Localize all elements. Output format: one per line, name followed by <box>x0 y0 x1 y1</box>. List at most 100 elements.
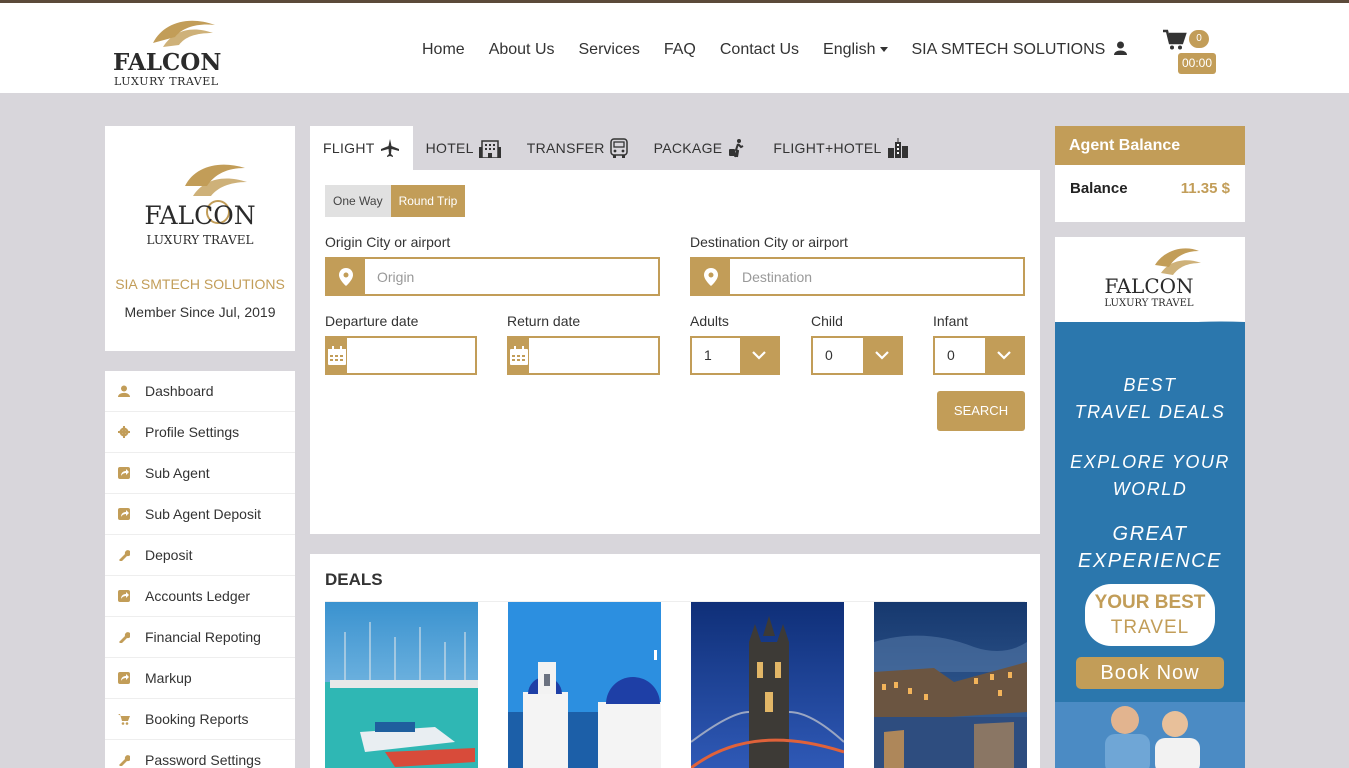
map-pin-icon <box>692 259 730 294</box>
trip-type-toggle: One Way Round Trip <box>325 185 466 217</box>
sidebar-item-accounts-ledger[interactable]: Accounts Ledger <box>105 576 295 617</box>
deal-image-harbor[interactable] <box>325 602 478 768</box>
child-value: 0 <box>825 347 833 363</box>
nav-faq[interactable]: FAQ <box>664 41 696 59</box>
sidebar-item-deposit[interactable]: Deposit <box>105 535 295 576</box>
adults-select[interactable]: 1 <box>690 336 780 375</box>
deals-title: DEALS <box>325 570 383 589</box>
tab-label: FLIGHT+HOTEL <box>773 140 882 156</box>
ad-badge-line-2: TRAVEL <box>1110 617 1190 638</box>
account-name: SIA SMTECH SOLUTIONS <box>911 41 1106 58</box>
sidebar-logo-tagline: LUXURY TRAVEL <box>147 233 254 247</box>
infant-select[interactable]: 0 <box>933 336 1025 375</box>
ad-line-6: EXPERIENCE <box>1078 550 1222 572</box>
caret-down-icon <box>879 47 888 53</box>
calendar-icon <box>509 338 529 373</box>
sidebar-item-profile-settings[interactable]: Profile Settings <box>105 412 295 453</box>
logo-tagline: LUXURY TRAVEL <box>114 75 219 88</box>
deals-panel: DEALS <box>310 554 1040 768</box>
sidebar-item-password-settings[interactable]: Password Settings <box>105 740 295 768</box>
account-menu[interactable]: SIA SMTECH SOLUTIONS <box>912 41 1127 59</box>
language-dropdown[interactable]: English <box>823 41 888 59</box>
adults-value: 1 <box>704 347 712 363</box>
cart-count-badge: 0 <box>1189 30 1209 48</box>
destination-field <box>690 257 1025 296</box>
ad-logo-brand: FALCON <box>1104 274 1193 298</box>
deal-image-santorini[interactable] <box>508 602 661 768</box>
wrench-icon <box>117 630 131 644</box>
share-icon <box>117 507 131 521</box>
sidebar-item-dashboard[interactable]: Dashboard <box>105 371 295 412</box>
tab-package[interactable]: PACKAGE <box>641 126 761 170</box>
balance-label: Balance <box>1070 180 1128 197</box>
site-logo[interactable]: FALCON LUXURY TRAVEL <box>113 13 223 88</box>
sidebar-item-label: Markup <box>145 670 192 686</box>
tab-flight[interactable]: FLIGHT <box>310 126 413 170</box>
site-header: FALCON LUXURY TRAVEL Home About Us Servi… <box>0 3 1349 93</box>
user-icon <box>1113 41 1127 55</box>
flight-search-panel: One Way Round Trip Origin City or airpor… <box>310 170 1040 534</box>
agent-balance-card: Agent Balance Balance 11.35 $ <box>1055 126 1245 222</box>
sidebar-item-label: Sub Agent Deposit <box>145 506 261 522</box>
nav-contact-us[interactable]: Contact Us <box>720 41 799 59</box>
language-label: English <box>823 41 876 58</box>
wrench-icon <box>117 753 131 767</box>
building-icon <box>478 140 501 158</box>
return-label: Return date <box>507 313 581 329</box>
tab-transfer[interactable]: TRANSFER <box>514 126 641 170</box>
sidebar-logo-brand: FALCON <box>144 201 255 230</box>
falcon-logo-icon: FALCON LUXURY TRAVEL <box>144 164 256 247</box>
deal-image-tower-bridge[interactable] <box>691 602 844 768</box>
origin-input[interactable] <box>365 259 658 294</box>
infant-value: 0 <box>947 347 955 363</box>
tab-hotel[interactable]: HOTEL <box>413 126 514 170</box>
tab-label: FLIGHT <box>323 140 375 156</box>
sidebar-item-label: Dashboard <box>145 383 214 399</box>
nav-home[interactable]: Home <box>422 41 465 59</box>
chevron-down-icon <box>740 338 778 373</box>
origin-field <box>325 257 660 296</box>
cart-total: 00:00 <box>1178 53 1216 74</box>
destination-input[interactable] <box>730 259 1023 294</box>
sidebar-item-financial-reporting[interactable]: Financial Repoting <box>105 617 295 658</box>
chevron-down-icon <box>985 338 1023 373</box>
profile-card: FALCON LUXURY TRAVEL SIA SMTECH SOLUTION… <box>105 126 295 351</box>
sidebar-item-label: Sub Agent <box>145 465 210 481</box>
map-pin-icon <box>327 259 365 294</box>
deal-image-venice[interactable] <box>874 602 1027 768</box>
child-label: Child <box>811 313 843 329</box>
share-icon <box>117 671 131 685</box>
search-button[interactable]: SEARCH <box>937 391 1025 431</box>
one-way-button[interactable]: One Way <box>325 185 391 217</box>
chevron-down-icon <box>863 338 901 373</box>
sidebar-item-booking-reports[interactable]: Booking Reports <box>105 699 295 740</box>
sidebar-item-label: Accounts Ledger <box>145 588 251 604</box>
balance-title: Agent Balance <box>1055 126 1245 165</box>
bus-icon <box>609 138 628 158</box>
calendar-icon <box>327 338 347 373</box>
tab-label: HOTEL <box>425 140 474 156</box>
tab-label: TRANSFER <box>526 140 605 156</box>
shopping-cart-icon[interactable] <box>1163 29 1187 51</box>
balance-value: 11.35 $ <box>1180 180 1230 197</box>
promo-banner[interactable]: FALCON LUXURY TRAVEL BEST TRAVEL DEALS E… <box>1055 237 1245 768</box>
nav-services[interactable]: Services <box>579 41 640 59</box>
destination-label: Destination City or airport <box>690 234 848 250</box>
tab-label: PACKAGE <box>653 140 723 156</box>
ad-line-3: EXPLORE YOUR <box>1070 452 1230 472</box>
sidebar-item-sub-agent-deposit[interactable]: Sub Agent Deposit <box>105 494 295 535</box>
book-now-button[interactable]: Book Now <box>1076 657 1224 689</box>
sidebar-item-markup[interactable]: Markup <box>105 658 295 699</box>
logo-brand-name: FALCON <box>113 49 222 76</box>
sidebar-item-sub-agent[interactable]: Sub Agent <box>105 453 295 494</box>
child-select[interactable]: 0 <box>811 336 903 375</box>
gear-icon <box>117 425 131 439</box>
falcon-logo-icon: FALCON LUXURY TRAVEL <box>1104 248 1201 309</box>
booking-tabs: FLIGHT HOTEL TRANSFER PACKAGE FLIGHT+HOT… <box>310 126 922 170</box>
nav-about-us[interactable]: About Us <box>489 41 555 59</box>
tab-flight-hotel[interactable]: FLIGHT+HOTEL <box>760 126 921 170</box>
departure-date-field <box>325 336 540 375</box>
round-trip-button[interactable]: Round Trip <box>390 185 466 217</box>
ad-line-2: TRAVEL DEALS <box>1074 402 1226 422</box>
origin-label: Origin City or airport <box>325 234 451 250</box>
